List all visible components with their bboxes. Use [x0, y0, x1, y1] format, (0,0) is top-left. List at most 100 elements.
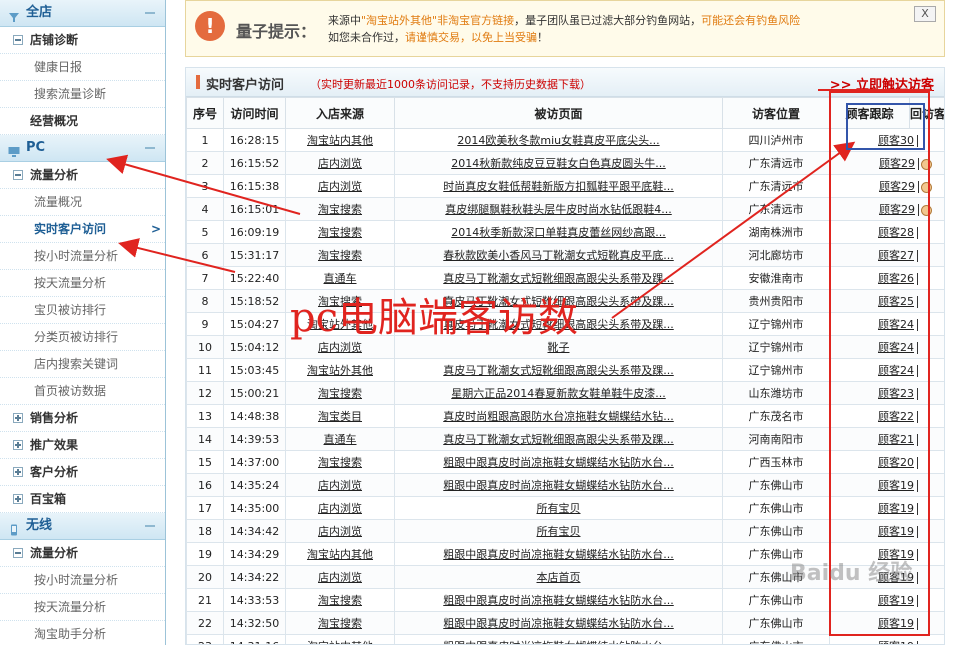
- header-page[interactable]: 被访页面: [394, 97, 723, 129]
- cell-page-link[interactable]: 粗跟中跟真皮时尚凉拖鞋女蝴蝶结水钻防水台...: [443, 479, 674, 492]
- cell-source-link[interactable]: 淘宝搜索: [318, 456, 362, 469]
- nav-category-visit-ranking[interactable]: 分类页被访排行: [0, 324, 165, 351]
- cell-source-link[interactable]: 淘宝站内其他: [307, 640, 373, 644]
- cell-source-link[interactable]: 淘宝搜索: [318, 617, 362, 630]
- collapse-icon[interactable]: [145, 12, 155, 14]
- section-mobile[interactable]: 无线: [0, 513, 165, 540]
- collapse-icon[interactable]: [145, 147, 155, 149]
- cell-page[interactable]: 2014秋新款纯皮豆豆鞋女白色真皮圆头牛...: [394, 151, 723, 175]
- cell-source[interactable]: 店内浏览: [285, 151, 395, 175]
- cell-source-link[interactable]: 淘宝类目: [318, 410, 362, 423]
- close-button[interactable]: X: [914, 6, 936, 22]
- cell-source-link[interactable]: 店内浏览: [318, 157, 362, 170]
- cell-page[interactable]: 真皮马丁靴潮女式短靴细跟高跟尖头系带及踝...: [394, 358, 723, 382]
- nav-realtime-visitors[interactable]: 实时客户访问 >: [0, 216, 165, 243]
- nav-store-search-keywords[interactable]: 店内搜索关键词: [0, 351, 165, 378]
- collapse-icon[interactable]: [145, 525, 155, 527]
- cell-page[interactable]: 真皮绑腿飘鞋秋鞋头层牛皮时尚水钻低跟鞋4...: [394, 197, 723, 221]
- group-sales-analysis[interactable]: 销售分析: [0, 405, 165, 432]
- cell-source[interactable]: 店内浏览: [285, 496, 395, 520]
- cell-source-link[interactable]: 店内浏览: [318, 479, 362, 492]
- cell-page[interactable]: 真皮马丁靴潮女式短靴细跟高跟尖头系带及踝...: [394, 427, 723, 451]
- cell-source[interactable]: 直通车: [285, 427, 395, 451]
- expand-icon[interactable]: [13, 440, 23, 450]
- cell-source-link[interactable]: 淘宝搜索: [318, 387, 362, 400]
- cell-page[interactable]: 粗跟中跟真皮时尚凉拖鞋女蝴蝶结水钻防水台...: [394, 542, 723, 566]
- cell-page-link[interactable]: 粗跟中跟真皮时尚凉拖鞋女蝴蝶结水钻防水台...: [443, 640, 674, 644]
- cell-source[interactable]: 淘宝类目: [285, 404, 395, 428]
- cell-source-link[interactable]: 淘宝搜索: [318, 249, 362, 262]
- cell-source[interactable]: 店内浏览: [285, 565, 395, 589]
- group-customer-analysis[interactable]: 客户分析: [0, 459, 165, 486]
- nav-homepage-visit-data[interactable]: 首页被访数据: [0, 378, 165, 405]
- nav-mobile-daily-traffic[interactable]: 按天流量分析: [0, 594, 165, 621]
- group-promotion-effect[interactable]: 推广效果: [0, 432, 165, 459]
- cell-source[interactable]: 淘宝站内其他: [285, 634, 395, 644]
- cell-page[interactable]: 粗跟中跟真皮时尚凉拖鞋女蝴蝶结水钻防水台...: [394, 611, 723, 635]
- collapse-icon[interactable]: [13, 170, 23, 180]
- cell-source-link[interactable]: 店内浏览: [318, 180, 362, 193]
- cell-page[interactable]: 2014秋季新款深口单鞋真皮蕾丝网纱高跟...: [394, 220, 723, 244]
- cell-page[interactable]: 时尚真皮女鞋低帮鞋新版方扣瓢鞋平跟平底鞋...: [394, 174, 723, 198]
- expand-icon[interactable]: [13, 413, 23, 423]
- header-time[interactable]: 访问时间: [223, 97, 286, 129]
- cell-page[interactable]: 所有宝贝: [394, 519, 723, 543]
- group-traffic-analysis[interactable]: 流量分析: [0, 162, 165, 189]
- cell-source[interactable]: 淘宝搜索: [285, 381, 395, 405]
- section-all-store[interactable]: 全店: [0, 0, 165, 27]
- nav-business-overview[interactable]: 经营概况: [0, 108, 165, 135]
- cell-page-link[interactable]: 时尚真皮女鞋低帮鞋新版方扣瓢鞋平跟平底鞋...: [443, 180, 674, 193]
- cell-source-link[interactable]: 淘宝搜索: [318, 226, 362, 239]
- cell-source-link[interactable]: 淘宝搜索: [318, 594, 362, 607]
- cell-page-link[interactable]: 粗跟中跟真皮时尚凉拖鞋女蝴蝶结水钻防水台...: [443, 456, 674, 469]
- cell-source[interactable]: 淘宝搜索: [285, 611, 395, 635]
- cell-page[interactable]: 春秋款欧美小香风马丁靴潮女式短靴真皮平底...: [394, 243, 723, 267]
- nav-search-traffic-diagnosis[interactable]: 搜索流量诊断: [0, 81, 165, 108]
- cell-page[interactable]: 粗跟中跟真皮时尚凉拖鞋女蝴蝶结水钻防水台...: [394, 634, 723, 644]
- cell-source[interactable]: 店内浏览: [285, 473, 395, 497]
- cell-page-link[interactable]: 真皮马丁靴潮女式短靴细跟高跟尖头系带及踝...: [443, 272, 674, 285]
- cell-source[interactable]: 淘宝搜索: [285, 450, 395, 474]
- customer-link[interactable]: 顾客19: [878, 640, 914, 644]
- cell-page-link[interactable]: 所有宝贝: [537, 502, 581, 515]
- cell-source-link[interactable]: 淘宝站内其他: [307, 548, 373, 561]
- cell-page-link[interactable]: 星期六正品2014春夏新款女鞋单鞋牛皮漆...: [451, 387, 665, 400]
- cell-source[interactable]: 店内浏览: [285, 174, 395, 198]
- cell-page-link[interactable]: 2014秋季新款深口单鞋真皮蕾丝网纱高跟...: [451, 226, 665, 239]
- cell-source[interactable]: 淘宝搜索: [285, 220, 395, 244]
- header-no[interactable]: 序号: [186, 97, 224, 129]
- cell-source[interactable]: 淘宝站内其他: [285, 128, 395, 152]
- nav-mobile-hourly-traffic[interactable]: 按小时流量分析: [0, 567, 165, 594]
- group-mobile-traffic-analysis[interactable]: 流量分析: [0, 540, 165, 567]
- collapse-icon[interactable]: [13, 35, 23, 45]
- cell-source-link[interactable]: 直通车: [324, 433, 357, 446]
- cell-page-link[interactable]: 真皮绑腿飘鞋秋鞋头层牛皮时尚水钻低跟鞋4...: [445, 203, 672, 216]
- expand-icon[interactable]: [13, 467, 23, 477]
- group-shop-diagnosis[interactable]: 店铺诊断: [0, 27, 165, 54]
- cell-page[interactable]: 2014欧美秋冬款miu女鞋真皮平底尖头...: [394, 128, 723, 152]
- cell-source-link[interactable]: 店内浏览: [318, 502, 362, 515]
- cell-source-link[interactable]: 店内浏览: [318, 571, 362, 584]
- cell-page-link[interactable]: 粗跟中跟真皮时尚凉拖鞋女蝴蝶结水钻防水台...: [443, 617, 674, 630]
- cell-page[interactable]: 粗跟中跟真皮时尚凉拖鞋女蝴蝶结水钻防水台...: [394, 473, 723, 497]
- group-toolbox[interactable]: 百宝箱: [0, 486, 165, 513]
- header-location[interactable]: 访客位置: [722, 97, 830, 129]
- nav-item-visit-ranking[interactable]: 宝贝被访排行: [0, 297, 165, 324]
- header-source[interactable]: 入店来源: [285, 97, 395, 129]
- cell-page-link[interactable]: 所有宝贝: [537, 525, 581, 538]
- cell-source-link[interactable]: 淘宝站外其他: [307, 364, 373, 377]
- cell-source[interactable]: 淘宝搜索: [285, 588, 395, 612]
- cell-source[interactable]: 淘宝站外其他: [285, 358, 395, 382]
- cell-page-link[interactable]: 真皮马丁靴潮女式短靴细跟高跟尖头系带及踝...: [443, 364, 674, 377]
- cell-source[interactable]: 淘宝搜索: [285, 197, 395, 221]
- cell-source-link[interactable]: 店内浏览: [318, 525, 362, 538]
- nav-taobao-assistant-analysis[interactable]: 淘宝助手分析: [0, 621, 165, 645]
- cell-page-link[interactable]: 真皮时尚粗跟高跟防水台凉拖鞋女蝴蝶结水钻...: [443, 410, 674, 423]
- cell-page-link[interactable]: 本店首页: [537, 571, 581, 584]
- cell-source-link[interactable]: 淘宝搜索: [318, 203, 362, 216]
- cell-page[interactable]: 星期六正品2014春夏新款女鞋单鞋牛皮漆...: [394, 381, 723, 405]
- collapse-icon[interactable]: [13, 548, 23, 558]
- nav-hourly-traffic[interactable]: 按小时流量分析: [0, 243, 165, 270]
- nav-health-daily[interactable]: 健康日报: [0, 54, 165, 81]
- cell-page-link[interactable]: 春秋款欧美小香风马丁靴潮女式短靴真皮平底...: [443, 249, 674, 262]
